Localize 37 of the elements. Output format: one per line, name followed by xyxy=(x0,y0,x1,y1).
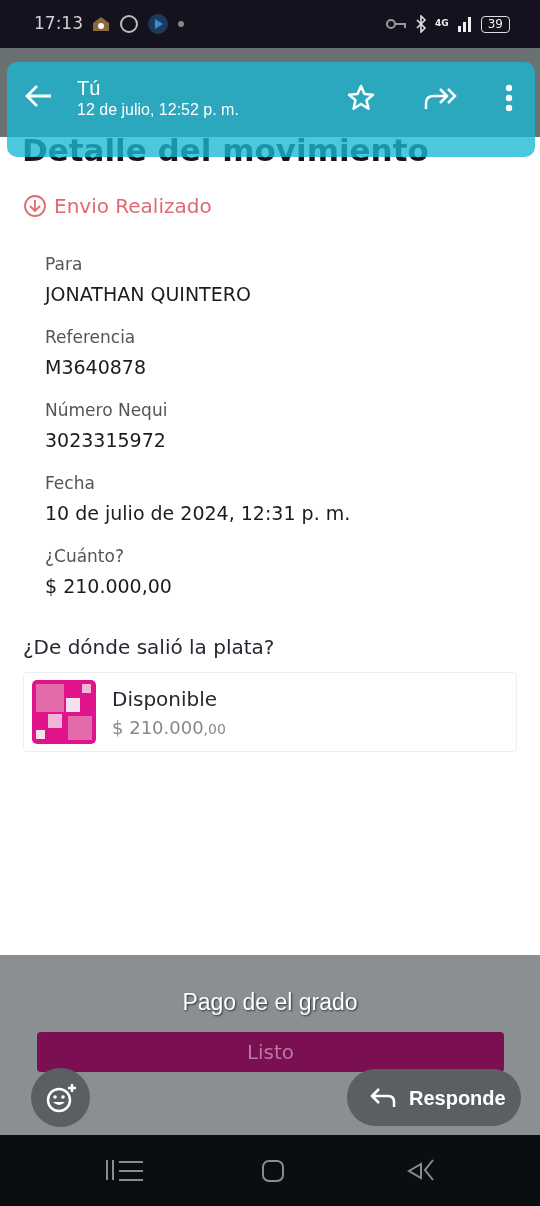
field-label: Número Nequi xyxy=(45,399,169,421)
field-value: M3640878 xyxy=(45,355,147,379)
sender-name: Tú xyxy=(77,76,102,100)
field-value: 3023315972 xyxy=(45,428,167,452)
recent-apps-icon[interactable] xyxy=(105,1157,146,1184)
field-label: Fecha xyxy=(45,472,96,494)
arrow-down-circle-icon xyxy=(24,195,46,217)
field-value: 10 de julio de 2024, 12:31 p. m. xyxy=(45,501,352,525)
section-heading: ¿De dónde salió la plata? xyxy=(23,634,276,661)
field-label: Para xyxy=(45,253,84,275)
field-value: JONATHAN QUINTERO xyxy=(45,282,252,306)
home-icon[interactable] xyxy=(260,1157,286,1184)
play-icon xyxy=(147,13,169,35)
clock: 17:13 xyxy=(34,12,83,36)
squares-logo-icon xyxy=(32,680,96,744)
status-text: Envio Realizado xyxy=(54,193,212,220)
image-caption: Pago de el grado xyxy=(181,988,359,1017)
field-label: Referencia xyxy=(45,326,137,348)
message-date: 12 de julio, 12:52 p. m. xyxy=(77,100,239,120)
smiley-plus-icon xyxy=(44,1081,77,1114)
source-card[interactable]: Disponible $ 210.000,00 xyxy=(23,672,517,752)
back-arrow-icon[interactable] xyxy=(25,84,53,108)
dot-icon xyxy=(177,20,185,28)
reply-icon xyxy=(369,1086,397,1109)
signal-icon xyxy=(456,16,473,32)
source-amount: $ 210.000,00 xyxy=(112,715,226,740)
key-icon xyxy=(385,17,408,31)
battery-indicator: 39 xyxy=(480,15,510,33)
field-label: ¿Cuánto? xyxy=(45,545,125,567)
forward-icon[interactable] xyxy=(423,85,457,111)
source-name: Disponible xyxy=(112,685,219,713)
star-icon[interactable] xyxy=(347,84,375,112)
bluetooth-icon xyxy=(415,15,428,33)
reply-button[interactable]: Responde xyxy=(347,1069,521,1126)
field-value: $ 210.000,00 xyxy=(45,574,173,598)
more-options-icon[interactable] xyxy=(505,84,513,112)
network-label: 4G xyxy=(435,17,449,31)
